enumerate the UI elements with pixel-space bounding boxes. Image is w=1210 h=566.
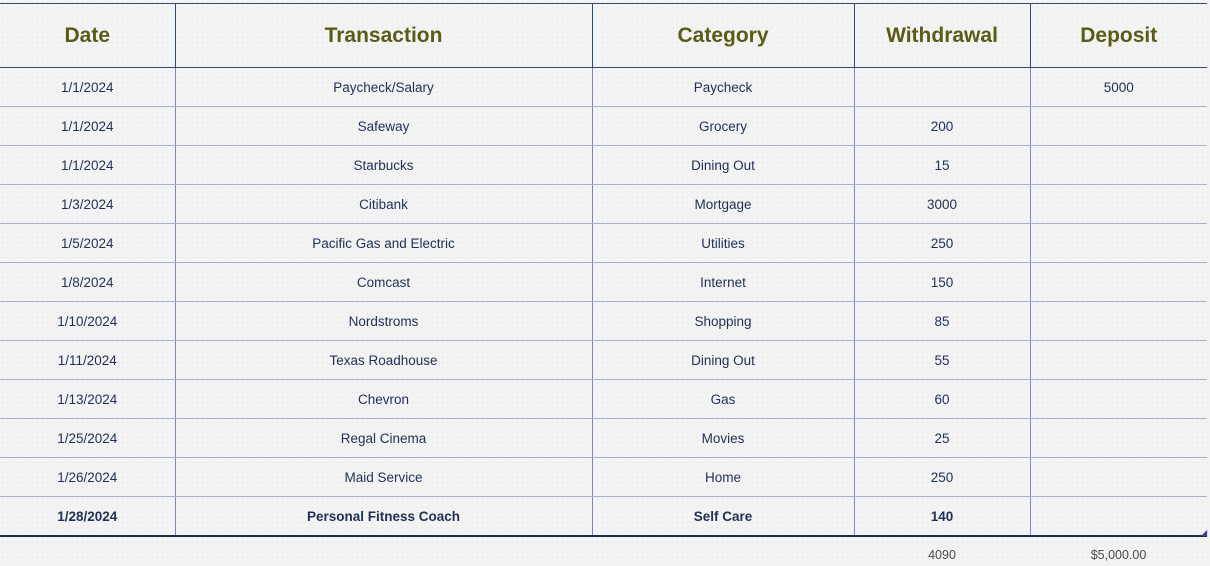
cell-transaction[interactable]: Maid Service (174, 457, 592, 497)
cell-transaction[interactable]: Chevron (174, 379, 592, 419)
cell-deposit[interactable] (1029, 106, 1207, 146)
table-row: 1/8/2024 Comcast Internet 150 (0, 262, 1207, 302)
cell-date[interactable]: 1/1/2024 (0, 145, 175, 185)
table-row: 1/28/2024 Personal Fitness Coach Self Ca… (0, 496, 1207, 537)
total-deposit[interactable]: $5,000.00 (1030, 548, 1207, 562)
header-date[interactable]: Date (0, 3, 175, 68)
cell-transaction[interactable]: Citibank (174, 184, 592, 224)
cell-deposit[interactable] (1029, 340, 1207, 380)
table-row: 1/26/2024 Maid Service Home 250 (0, 457, 1207, 497)
cell-date[interactable]: 1/13/2024 (0, 379, 175, 419)
cell-withdrawal[interactable] (853, 67, 1030, 107)
table-row: 1/10/2024 Nordstroms Shopping 85 (0, 301, 1207, 341)
cell-date[interactable]: 1/3/2024 (0, 184, 175, 224)
cell-transaction[interactable]: Pacific Gas and Electric (174, 223, 592, 263)
cell-date[interactable]: 1/8/2024 (0, 262, 175, 302)
cell-transaction[interactable]: Comcast (174, 262, 592, 302)
totals-row: 4090 $5,000.00 (0, 544, 1207, 566)
cell-withdrawal[interactable]: 25 (853, 418, 1030, 458)
cell-transaction[interactable]: Paycheck/Salary (174, 67, 592, 107)
cell-category[interactable]: Movies (591, 418, 854, 458)
cell-deposit[interactable] (1029, 184, 1207, 224)
cell-transaction[interactable]: Safeway (174, 106, 592, 146)
header-withdrawal[interactable]: Withdrawal (853, 3, 1030, 68)
cell-withdrawal[interactable]: 140 (853, 496, 1030, 537)
table-row: 1/11/2024 Texas Roadhouse Dining Out 55 (0, 340, 1207, 380)
cell-transaction[interactable]: Nordstroms (174, 301, 592, 341)
header-category[interactable]: Category (591, 3, 854, 68)
cell-date[interactable]: 1/25/2024 (0, 418, 175, 458)
cell-withdrawal[interactable]: 55 (853, 340, 1030, 380)
spreadsheet-sheet: Date Transaction Category Withdrawal Dep… (0, 0, 1210, 566)
cell-category[interactable]: Home (591, 457, 854, 497)
cell-transaction[interactable]: Regal Cinema (174, 418, 592, 458)
total-withdrawal[interactable]: 4090 (854, 548, 1030, 562)
cell-date[interactable]: 1/5/2024 (0, 223, 175, 263)
header-deposit[interactable]: Deposit (1029, 3, 1207, 68)
cell-deposit[interactable] (1029, 223, 1207, 263)
cell-withdrawal[interactable]: 15 (853, 145, 1030, 185)
cell-deposit[interactable] (1029, 145, 1207, 185)
cell-category[interactable]: Utilities (591, 223, 854, 263)
cell-deposit[interactable] (1029, 418, 1207, 458)
cell-date[interactable]: 1/11/2024 (0, 340, 175, 380)
cell-category[interactable]: Mortgage (591, 184, 854, 224)
header-transaction[interactable]: Transaction (174, 3, 592, 68)
table-row: 1/1/2024 Safeway Grocery 200 (0, 106, 1207, 146)
cell-category[interactable]: Grocery (591, 106, 854, 146)
table-row: 1/3/2024 Citibank Mortgage 3000 (0, 184, 1207, 224)
cell-date[interactable]: 1/10/2024 (0, 301, 175, 341)
cell-deposit[interactable] (1029, 262, 1207, 302)
table-row: 1/1/2024 Paycheck/Salary Paycheck 5000 (0, 67, 1207, 107)
cell-withdrawal[interactable]: 200 (853, 106, 1030, 146)
cell-category[interactable]: Shopping (591, 301, 854, 341)
cell-transaction[interactable]: Texas Roadhouse (174, 340, 592, 380)
cell-category[interactable]: Paycheck (591, 67, 854, 107)
cell-withdrawal[interactable]: 250 (853, 223, 1030, 263)
table-row: 1/25/2024 Regal Cinema Movies 25 (0, 418, 1207, 458)
table-header-row: Date Transaction Category Withdrawal Dep… (0, 3, 1207, 68)
cell-withdrawal[interactable]: 3000 (853, 184, 1030, 224)
cell-transaction[interactable]: Starbucks (174, 145, 592, 185)
table-row: 1/13/2024 Chevron Gas 60 (0, 379, 1207, 419)
cell-category[interactable]: Gas (591, 379, 854, 419)
cell-category[interactable]: Dining Out (591, 340, 854, 380)
cell-withdrawal[interactable]: 250 (853, 457, 1030, 497)
cell-date[interactable]: 1/26/2024 (0, 457, 175, 497)
table-resize-handle-icon[interactable]: ◢ (1201, 529, 1207, 537)
cell-category[interactable]: Self Care (591, 496, 854, 537)
cell-date[interactable]: 1/28/2024 (0, 496, 175, 537)
cell-withdrawal[interactable]: 60 (853, 379, 1030, 419)
cell-deposit[interactable] (1029, 301, 1207, 341)
table-row: 1/5/2024 Pacific Gas and Electric Utilit… (0, 223, 1207, 263)
table-row: 1/1/2024 Starbucks Dining Out 15 (0, 145, 1207, 185)
cell-transaction[interactable]: Personal Fitness Coach (174, 496, 592, 537)
cell-deposit[interactable] (1029, 379, 1207, 419)
cell-deposit[interactable] (1029, 496, 1207, 537)
cell-withdrawal[interactable]: 150 (853, 262, 1030, 302)
cell-date[interactable]: 1/1/2024 (0, 67, 175, 107)
cell-date[interactable]: 1/1/2024 (0, 106, 175, 146)
cell-withdrawal[interactable]: 85 (853, 301, 1030, 341)
cell-deposit[interactable] (1029, 457, 1207, 497)
cell-deposit[interactable]: 5000 (1029, 67, 1207, 107)
transactions-table: Date Transaction Category Withdrawal Dep… (0, 3, 1207, 537)
cell-category[interactable]: Internet (591, 262, 854, 302)
cell-category[interactable]: Dining Out (591, 145, 854, 185)
